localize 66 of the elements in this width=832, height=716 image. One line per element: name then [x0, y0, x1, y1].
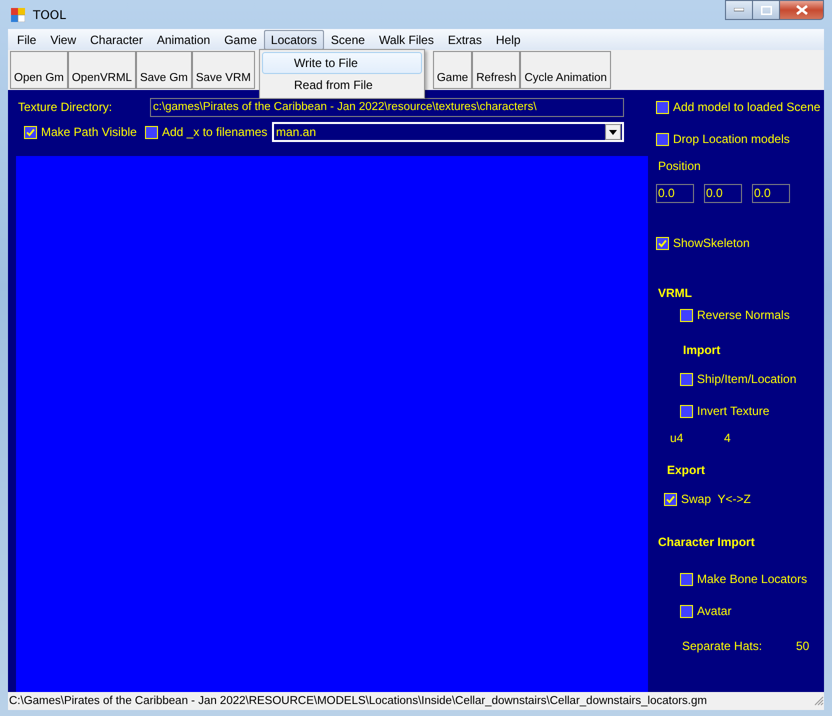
dropdown-arrow-icon: [609, 130, 617, 134]
checkbox[interactable]: [656, 132, 669, 146]
menu-item[interactable]: View: [43, 30, 84, 50]
app-icon: [11, 8, 25, 22]
file-combo[interactable]: man.an: [272, 122, 624, 142]
checkbox[interactable]: [680, 308, 693, 322]
resize-grip-icon: [814, 696, 824, 706]
checkbox-label: Make Bone Locators: [697, 572, 808, 586]
minimize-icon: [734, 8, 744, 12]
checkbox[interactable]: [680, 404, 693, 418]
number-field[interactable]: 0.0: [704, 184, 742, 202]
toolbar-button[interactable]: Cycle Animation: [520, 51, 611, 89]
checkbox-label: Swap Y<->Z: [681, 492, 751, 506]
section-heading: Import: [683, 343, 720, 357]
checkbox[interactable]: [656, 100, 669, 114]
minimize-button[interactable]: [725, 0, 753, 20]
section-heading: Character Import: [658, 535, 755, 549]
maximize-icon: [760, 6, 772, 14]
menu-item[interactable]: Help: [488, 30, 528, 50]
position-label: Position: [658, 159, 701, 173]
menu-item[interactable]: Walk Files: [372, 30, 441, 50]
menu-item[interactable]: Locators: [264, 30, 324, 50]
status-text: C:\Games\Pirates of the Caribbean - Jan 2022\RESOURCE\MODELS\Locations\Inside\Cellar_downstairs\Cellar_downstairs_locators.gm: [8, 695, 707, 707]
texture-directory-label: Texture Directory:: [18, 100, 114, 114]
checkbox[interactable]: [145, 126, 158, 138]
toolbar-button[interactable]: Game: [432, 51, 472, 89]
menu-item[interactable]: Scene: [324, 30, 372, 50]
toolbar-button[interactable]: OpenVRML: [68, 51, 136, 89]
checkbox[interactable]: [680, 604, 693, 618]
menu-item[interactable]: Animation: [150, 30, 218, 50]
field-value: 50: [796, 639, 810, 653]
section-heading: Export: [667, 463, 706, 477]
checkbox-label: Add model to loaded Scene: [673, 100, 820, 114]
menu-item[interactable]: Character: [83, 30, 150, 50]
toolbar-button[interactable]: Refresh: [472, 51, 520, 89]
number-field[interactable]: 0.0: [752, 184, 790, 202]
field-label: u4: [670, 431, 684, 445]
menu-item[interactable]: Read from File: [262, 74, 422, 96]
checkbox-label: Avatar: [697, 604, 732, 618]
menu-item[interactable]: Write to File: [262, 52, 422, 74]
menu-item[interactable]: Extras: [440, 30, 489, 50]
checkbox-label: Invert Texture: [697, 404, 770, 418]
checkbox-label: Drop Location models: [673, 132, 790, 146]
checkbox-label: Reverse Normals: [697, 308, 790, 322]
checkbox-label: Make Path Visible: [41, 125, 137, 139]
maximize-button[interactable]: [753, 0, 780, 20]
checkbox-label: Add _x to filenames: [162, 125, 268, 139]
checkbox[interactable]: [680, 572, 693, 586]
checkbox[interactable]: [680, 372, 693, 386]
menu-item[interactable]: File: [10, 30, 44, 50]
number-field[interactable]: 0.0: [656, 184, 694, 202]
field-label: Separate Hats:: [682, 639, 764, 653]
field-value: 4: [724, 431, 731, 445]
window-title: TOOL: [33, 8, 66, 22]
menu-item[interactable]: Game: [217, 30, 264, 50]
checkbox-label: ShowSkeleton: [673, 236, 750, 250]
section-heading: VRML: [658, 286, 692, 300]
checkbox[interactable]: [664, 492, 677, 506]
toolbar-button[interactable]: Save Gm: [136, 51, 192, 89]
checkbox[interactable]: [656, 236, 669, 250]
close-icon: [796, 5, 808, 15]
toolbar-button[interactable]: Open Gm: [10, 51, 68, 89]
close-button[interactable]: [780, 0, 824, 20]
checkbox-label: Ship/Item/Location: [697, 372, 796, 386]
toolbar-button[interactable]: Save VRM: [192, 51, 255, 89]
checkbox[interactable]: [24, 126, 37, 138]
